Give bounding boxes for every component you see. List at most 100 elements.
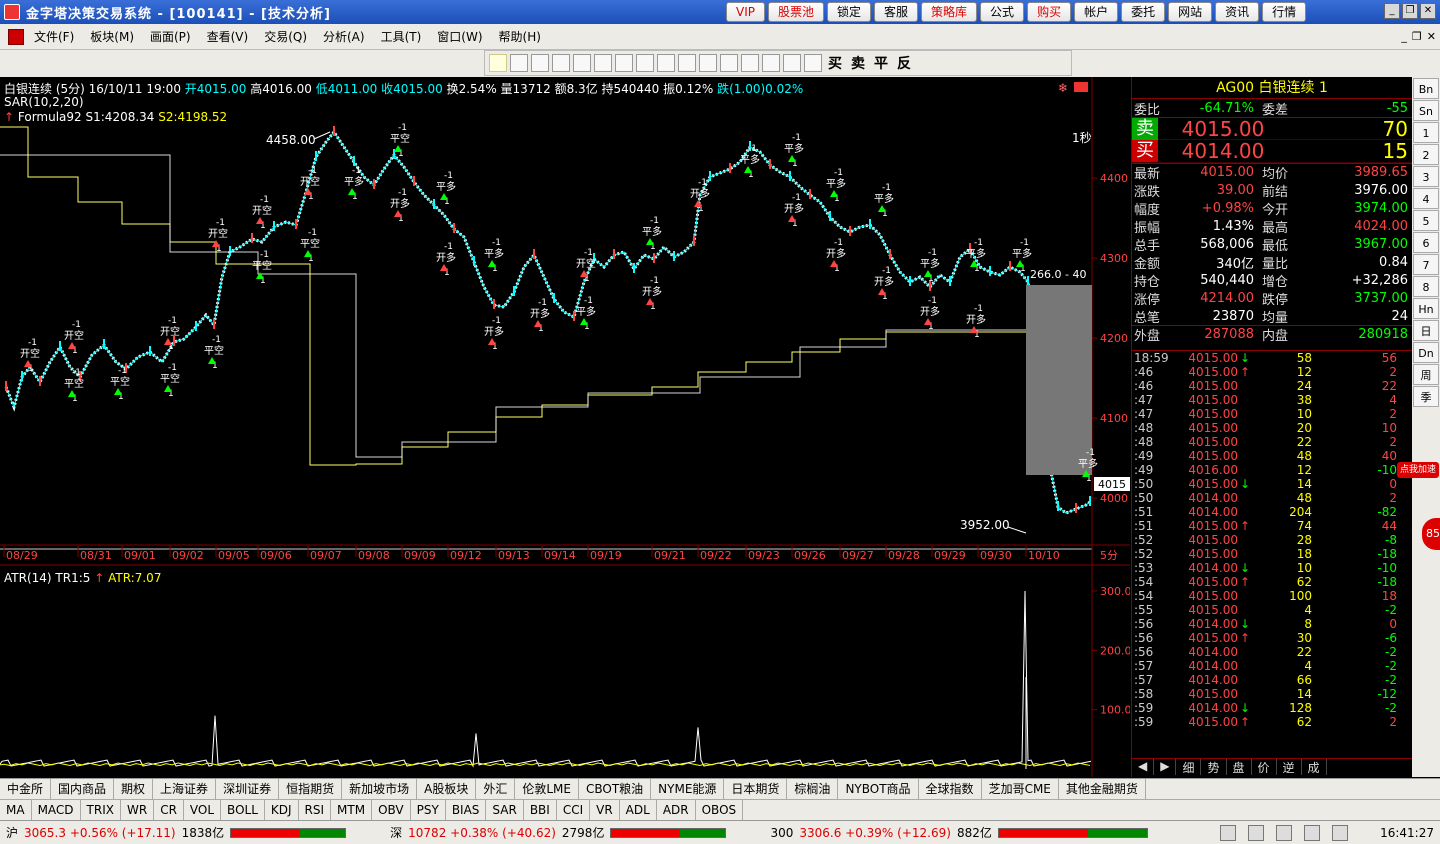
menu-item-5[interactable]: 分析(A)	[315, 28, 373, 45]
side-button-10[interactable]: Hn	[1413, 298, 1439, 319]
mdi-close-icon[interactable]: ✕	[1427, 30, 1436, 43]
restore-icon[interactable]: ❐	[1402, 3, 1418, 19]
quote-tab-3[interactable]: 价	[1252, 759, 1277, 775]
quote-tab-5[interactable]: 成	[1302, 759, 1327, 775]
indicator-tab-7[interactable]: KDJ	[265, 800, 299, 820]
copy-tool-icon[interactable]	[699, 54, 717, 72]
sell-text-button[interactable]: 卖	[851, 53, 865, 73]
market-tab-2[interactable]: 期权	[114, 779, 154, 799]
indicator-tab-8[interactable]: RSI	[299, 800, 332, 820]
quote-tab-2[interactable]: 盘	[1227, 759, 1252, 775]
top-button-4[interactable]: 策略库	[921, 2, 978, 22]
side-button-12[interactable]: Dn	[1413, 342, 1439, 363]
top-button-10[interactable]: 资讯	[1215, 2, 1260, 22]
side-button-4[interactable]: 3	[1413, 166, 1439, 187]
menu-item-8[interactable]: 帮助(H)	[491, 28, 549, 45]
side-button-3[interactable]: 2	[1413, 144, 1439, 165]
market-tab-8[interactable]: 外汇	[476, 779, 516, 799]
menu-item-0[interactable]: 文件(F)	[26, 28, 82, 45]
menu-item-1[interactable]: 板块(M)	[82, 28, 142, 45]
tick-list[interactable]: 18:59 4015.00 ↓ 58 56:46 4015.00 ↑ 12 2:46 4015.0…	[1132, 350, 1413, 758]
rect-tool-icon[interactable]	[636, 54, 654, 72]
connection-icon[interactable]	[1248, 824, 1264, 841]
market-tab-15[interactable]: 全球指数	[919, 779, 982, 799]
indicator-tab-2[interactable]: TRIX	[81, 800, 121, 820]
ellipse-tool-icon[interactable]	[657, 54, 675, 72]
indicator-tab-5[interactable]: VOL	[184, 800, 222, 820]
quote-tab-4[interactable]: 逆	[1277, 759, 1302, 775]
indicator-tab-0[interactable]: MA	[0, 800, 32, 820]
indicator-tab-17[interactable]: ADL	[620, 800, 657, 820]
market-tab-5[interactable]: 恒指期货	[279, 779, 343, 799]
message-icon[interactable]	[1304, 824, 1320, 841]
minimize-icon[interactable]: _	[1384, 3, 1400, 19]
fan-tool-icon[interactable]	[573, 54, 591, 72]
indicator-tab-9[interactable]: MTM	[331, 800, 373, 820]
tools-icon[interactable]	[1276, 824, 1292, 841]
indicator-tab-15[interactable]: CCI	[557, 800, 591, 820]
indicator-tab-16[interactable]: VR	[590, 800, 620, 820]
close-position-text-button[interactable]: 平	[874, 53, 888, 73]
side-button-1[interactable]: Sn	[1413, 100, 1439, 121]
mdi-minimize-icon[interactable]: _	[1401, 30, 1407, 43]
indicator-tab-12[interactable]: BIAS	[446, 800, 487, 820]
indicator-tab-18[interactable]: ADR	[657, 800, 696, 820]
order-tool-icon[interactable]	[804, 54, 822, 72]
close-icon[interactable]: ✕	[1420, 3, 1436, 19]
side-button-11[interactable]: 日	[1413, 320, 1439, 341]
brush-tool-icon[interactable]	[741, 54, 759, 72]
top-button-7[interactable]: 帐户	[1074, 2, 1119, 22]
indicator-tab-3[interactable]: WR	[121, 800, 155, 820]
indicator-tab-4[interactable]: CR	[154, 800, 184, 820]
mdi-restore-icon[interactable]: ❐	[1412, 30, 1422, 43]
top-button-9[interactable]: 网站	[1168, 2, 1213, 22]
quote-tab-1[interactable]: 势	[1201, 759, 1227, 775]
grid-icon[interactable]	[1332, 824, 1348, 841]
market-tab-13[interactable]: 棕榈油	[787, 779, 839, 799]
palette-tool-icon[interactable]	[762, 54, 780, 72]
market-tab-14[interactable]: NYBOT商品	[838, 779, 919, 799]
speedup-badge[interactable]: 点我加速	[1397, 462, 1439, 478]
menu-item-7[interactable]: 窗口(W)	[429, 28, 490, 45]
side-button-8[interactable]: 7	[1413, 254, 1439, 275]
side-button-5[interactable]: 4	[1413, 188, 1439, 209]
database-icon[interactable]	[1220, 824, 1236, 841]
indicator-tab-13[interactable]: SAR	[486, 800, 524, 820]
indicator-tab-14[interactable]: BBI	[524, 800, 557, 820]
top-button-0[interactable]: VIP	[726, 2, 765, 22]
market-tab-16[interactable]: 芝加哥CME	[982, 779, 1059, 799]
prev-arrow-icon[interactable]: ◀	[1132, 759, 1155, 775]
market-tab-7[interactable]: A股板块	[417, 779, 477, 799]
market-tab-6[interactable]: 新加坡市场	[342, 779, 418, 799]
market-tab-4[interactable]: 深圳证券	[216, 779, 280, 799]
reverse-text-button[interactable]: 反	[897, 53, 911, 73]
side-button-14[interactable]: 季	[1413, 386, 1439, 407]
text-tool-icon[interactable]	[678, 54, 696, 72]
market-tab-10[interactable]: CBOT粮油	[579, 779, 652, 799]
top-button-6[interactable]: 购买	[1027, 2, 1072, 22]
market-tab-0[interactable]: 中金所	[0, 779, 52, 799]
grid-tool-icon[interactable]	[552, 54, 570, 72]
top-button-2[interactable]: 锁定	[827, 2, 872, 22]
side-button-2[interactable]: 1	[1413, 122, 1439, 143]
indicator-tab-11[interactable]: PSY	[411, 800, 446, 820]
side-button-13[interactable]: 周	[1413, 364, 1439, 385]
quote-tab-0[interactable]: 细	[1176, 759, 1202, 775]
next-arrow-icon[interactable]: ▶	[1154, 759, 1177, 775]
indicator-tab-6[interactable]: BOLL	[221, 800, 265, 820]
kline-chart[interactable]: 4400 4300 4200 4100 4000 08/29 08/31 09/01 09/02…	[0, 77, 1130, 777]
ratio-tool-icon[interactable]	[615, 54, 633, 72]
circle-badge[interactable]: 85	[1422, 518, 1440, 550]
market-tab-12[interactable]: 日本期货	[724, 779, 788, 799]
menu-item-6[interactable]: 工具(T)	[373, 28, 430, 45]
top-button-3[interactable]: 客服	[874, 2, 919, 22]
chart-area[interactable]: 4400 4300 4200 4100 4000 08/29 08/31 09/01 09/02…	[0, 77, 1130, 777]
layout-tool-icon[interactable]	[783, 54, 801, 72]
menu-item-2[interactable]: 画面(P)	[142, 28, 199, 45]
menu-item-3[interactable]: 查看(V)	[199, 28, 257, 45]
side-button-7[interactable]: 6	[1413, 232, 1439, 253]
market-tab-9[interactable]: 伦敦LME	[515, 779, 579, 799]
menu-item-4[interactable]: 交易(Q)	[256, 28, 315, 45]
indicator-tab-19[interactable]: OBOS	[696, 800, 744, 820]
line-tool-icon[interactable]	[510, 54, 528, 72]
